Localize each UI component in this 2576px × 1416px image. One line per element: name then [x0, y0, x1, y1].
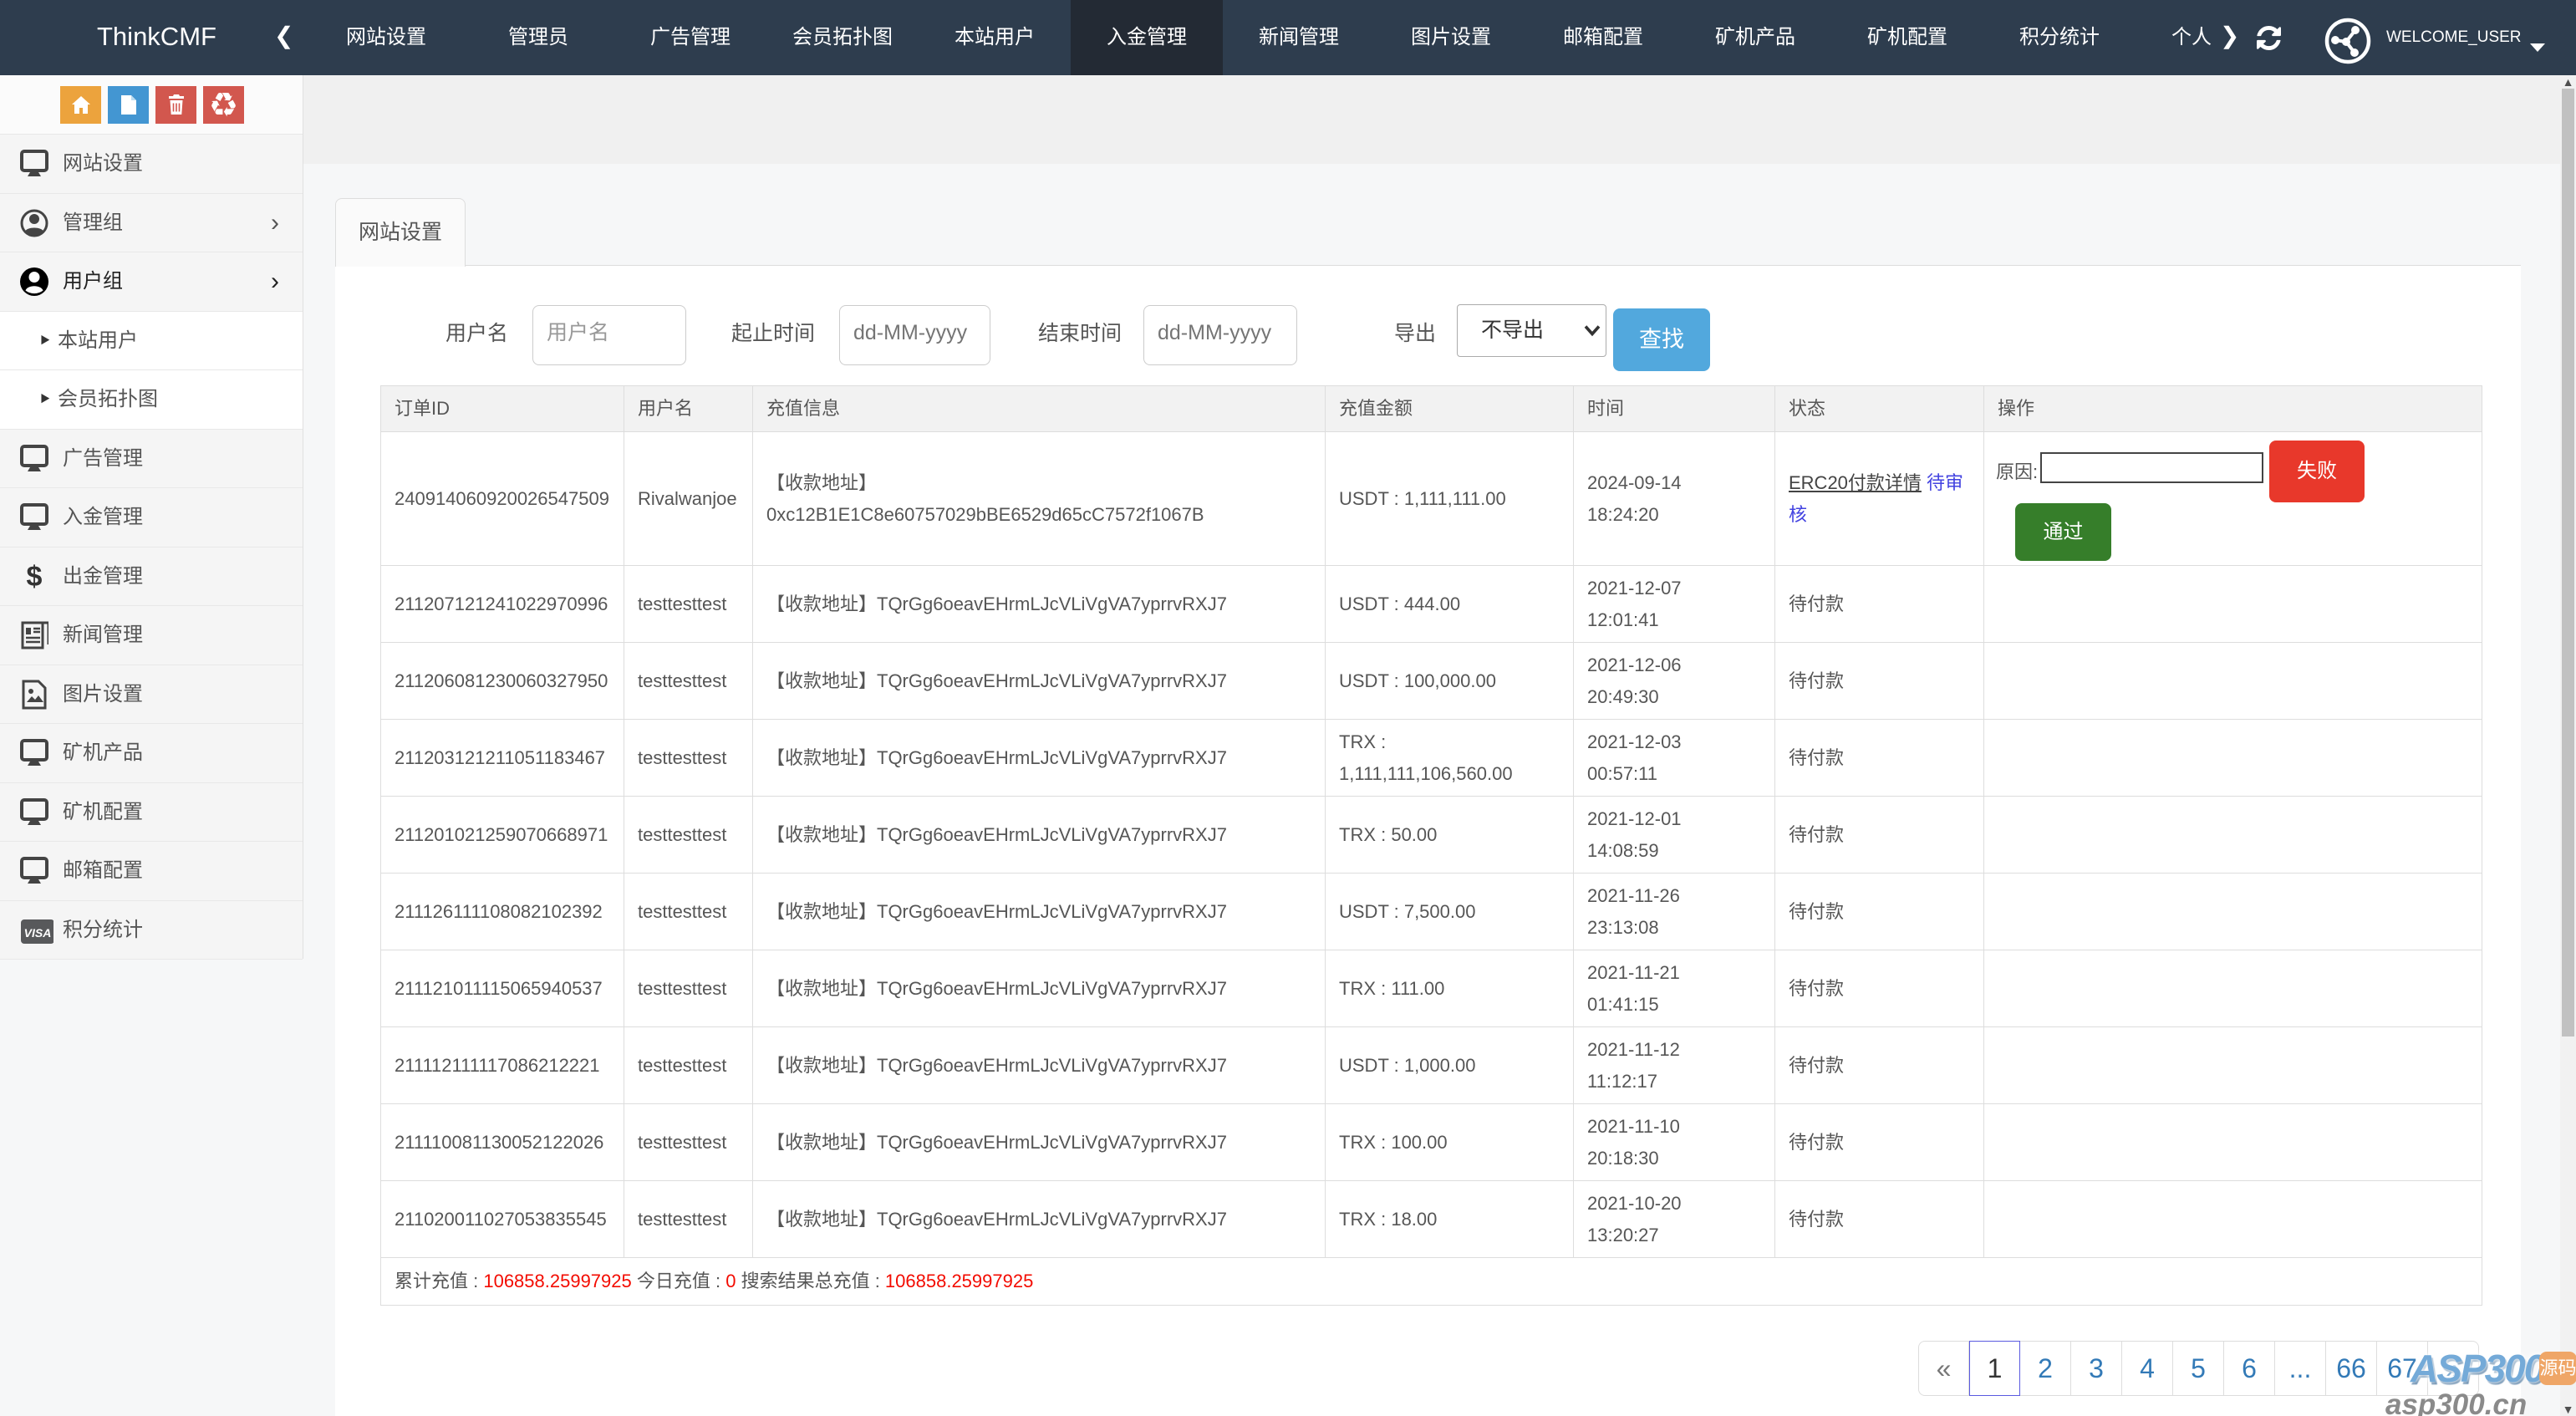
svg-text:VISA: VISA: [24, 926, 52, 940]
